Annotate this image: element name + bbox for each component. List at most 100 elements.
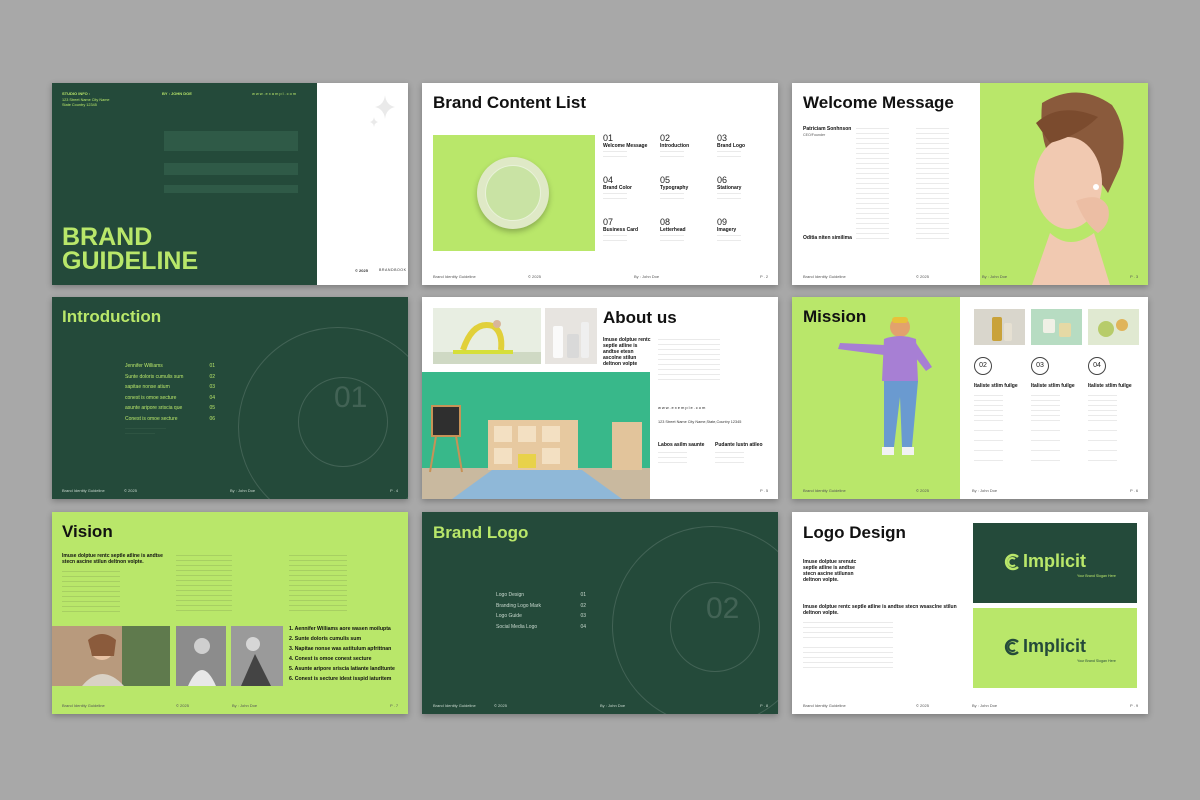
body-text: ........................................… <box>916 126 949 240</box>
column-heading: Labos asilm saunte <box>658 442 705 448</box>
logo-section-item[interactable]: Logo Design 01 <box>496 592 586 598</box>
intro-item[interactable]: Jennifer Williams 01 <box>125 363 215 369</box>
vision-list-item: 2. Sunte doloris cumulis sum <box>289 636 362 642</box>
logo-section-list: Logo Design 01 Branding Logo Mark 02 Logo … <box>496 592 586 634</box>
column-heading: Italiste stlim fuilge <box>1088 383 1132 389</box>
subhead: Oditia niten similima <box>803 235 852 241</box>
footer-author: By : John Doe <box>600 703 626 708</box>
step-number: 02 <box>974 357 992 375</box>
logo-section-item[interactable]: Social Media Logo 04 <box>496 624 586 630</box>
product-image <box>974 309 1025 345</box>
slide-brand-logo[interactable]: Brand Logo Logo Design 01 Branding Logo M… <box>422 512 778 714</box>
vision-list-item: 1. Aennifer Williams aore wasen moilupta <box>289 626 391 632</box>
website-text: www.exampl.com <box>252 91 298 96</box>
portrait-image <box>980 83 1148 285</box>
slide-cover[interactable]: STUDIO INFO : 123 Street Name City Name … <box>52 83 408 285</box>
slide-title: Mission <box>803 307 867 326</box>
product-image <box>1088 309 1139 345</box>
cover-title-line: GUIDELINE <box>62 247 199 275</box>
logo-dark-panel: Implicit Your Brand Slogan Here <box>973 523 1137 603</box>
footer-author: By : John Doe <box>982 274 1008 279</box>
footer-left: Brand Identity Guideline <box>433 274 476 279</box>
cover-code: BRANDBOOK <box>379 268 407 272</box>
logo-section-item[interactable]: Logo Guide 03 <box>496 613 586 619</box>
logo-slogan: Your Brand Slogan Here <box>1077 659 1116 663</box>
website-text[interactable]: www.exemple.com <box>658 405 706 410</box>
sparkle-icon <box>370 95 395 127</box>
slide-vision[interactable]: Vision Imuse dolptue rentc septle atline… <box>52 512 408 714</box>
content-item[interactable]: 03 Brand Logo............................… <box>717 133 773 159</box>
footer-page: P . 5 <box>760 488 769 493</box>
slide-title: About us <box>603 308 677 327</box>
step-number: 04 <box>1088 357 1106 375</box>
content-item[interactable]: 09 Imagery...............................… <box>717 217 773 243</box>
footer-year: © 2025 <box>916 274 929 279</box>
slide-welcome[interactable]: Welcome Message Patriciam Sonhnson CEO/F… <box>792 83 1148 285</box>
vision-photo <box>176 626 226 686</box>
slide-introduction[interactable]: Introduction Jennifer Williams 01 Sunte d… <box>52 297 408 499</box>
vision-photo <box>52 626 170 686</box>
address-text: 123 Street Name City Name,State,Country … <box>658 420 742 424</box>
lead-text: Imuse dolptue rentc septle atline is and… <box>62 553 163 565</box>
content-item[interactable]: 05 Typography............................… <box>660 175 716 201</box>
footer-left: Brand Identity Guideline <box>62 488 105 493</box>
footer-year: © 2025 <box>528 274 541 279</box>
body-text: ........................................… <box>856 126 889 240</box>
logo-wordmark: Implicit <box>1023 636 1087 656</box>
intro-list: Jennifer Williams 01 Sunte doloris cumuli… <box>125 363 215 435</box>
address-line: State Country 12345 <box>62 103 97 107</box>
dancing-girl <box>838 317 932 455</box>
logo-section-item[interactable]: Branding Logo Mark 02 <box>496 603 586 609</box>
section-number: 02 <box>706 592 740 625</box>
vision-list-item: 5. Asunte aripore sriscia latiante landl… <box>289 666 395 672</box>
footer-page: P . 7 <box>390 703 399 708</box>
footer-author: By : John Doe <box>230 488 256 493</box>
footer-page: P . 8 <box>760 703 769 708</box>
studio-info-label: STUDIO INFO : <box>62 91 91 96</box>
footer-page: P . 6 <box>1130 488 1139 493</box>
footer-year: © 2025 <box>916 488 929 493</box>
footer-author: By : John Doe <box>972 488 998 493</box>
footer-left: Brand Identity Guideline <box>433 703 476 708</box>
content-item[interactable]: 07 Business Card.........................… <box>603 217 659 243</box>
slide-about-us[interactable]: About us Imuse dolptue rentc septle atli… <box>422 297 778 499</box>
footer-page: P . 3 <box>1130 274 1139 279</box>
column-heading: Pudante lustn atileo <box>715 442 763 448</box>
slide-title: Brand Logo <box>433 523 529 542</box>
intro-item[interactable]: asunte aripore sriscia que 05 <box>125 405 215 411</box>
footer-page: P . 4 <box>390 488 399 493</box>
section-number: 01 <box>334 381 368 414</box>
slide-title: Vision <box>62 522 113 541</box>
column-heading: Italiste stlim fuilge <box>1031 383 1075 389</box>
intro-item[interactable]: Conest is omoe secture 06 <box>125 416 215 422</box>
plate-image <box>433 135 595 251</box>
slide-title: Logo Design <box>803 523 906 542</box>
mission-image <box>792 297 960 499</box>
content-item[interactable]: 01 Welcome Message.......................… <box>603 133 659 159</box>
slide-content-list[interactable]: Brand Content List 01 Welcome Message....… <box>422 83 778 285</box>
placeholder-bar <box>164 163 298 175</box>
content-item[interactable]: 06 Stationary............................… <box>717 175 773 201</box>
cover-title-line: BRAND <box>62 223 153 251</box>
intro-item[interactable]: Sunte doloris cumulis sum 02 <box>125 374 215 380</box>
author-label: BY : JOHN DOE <box>162 91 192 96</box>
woman-portrait <box>1032 92 1124 285</box>
yoga-image <box>433 308 541 364</box>
logo-wordmark: Implicit <box>1023 551 1087 571</box>
vision-list-item: 4. Conest is omoe conest secture <box>289 656 372 662</box>
lead-text: Imuse dolptue srenutc septle atline is a… <box>803 559 857 583</box>
slide-logo-design[interactable]: Logo Design Imuse dolptue srenutc septle… <box>792 512 1148 714</box>
content-item[interactable]: 02 Introduction..........................… <box>660 133 716 159</box>
cover-title: BRAND GUIDELINE <box>62 223 199 275</box>
cosmetics-image <box>545 308 597 364</box>
content-item[interactable]: 04 Brand Color...........................… <box>603 175 659 201</box>
intro-item[interactable]: sapitae nonse atium 03 <box>125 384 215 390</box>
slide-mission[interactable]: Mission 02 03 04 Italiste stlim fuilge I… <box>792 297 1148 499</box>
body-text: ........................................… <box>658 337 720 381</box>
plate-shape <box>477 157 549 229</box>
product-image <box>1031 309 1082 345</box>
intro-item[interactable]: conest is omoe secture 04 <box>125 395 215 401</box>
slide-title: Welcome Message <box>803 93 954 112</box>
cover-year: © 2025 <box>355 268 368 273</box>
content-item[interactable]: 08 Letterhead............................… <box>660 217 716 243</box>
